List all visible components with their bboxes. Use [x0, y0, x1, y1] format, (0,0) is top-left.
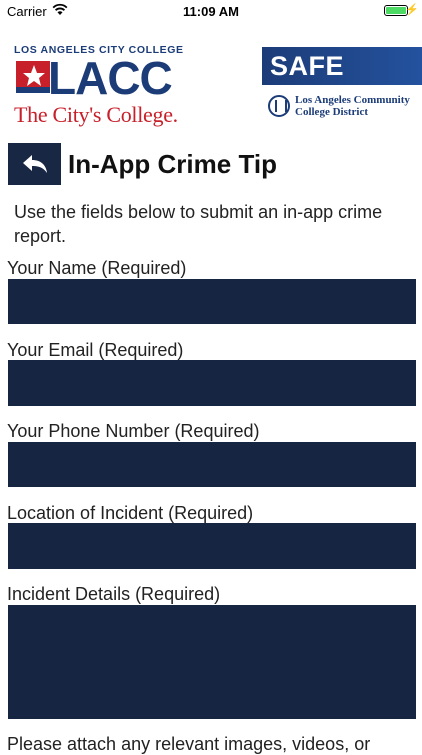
- back-arrow-icon: [22, 155, 47, 173]
- details-label: Incident Details (Required): [7, 584, 221, 604]
- district-logo: Los Angeles Community College District: [268, 94, 422, 122]
- location-label: Location of Incident (Required): [7, 503, 254, 523]
- district-seal-icon: [268, 95, 290, 117]
- charging-bolt-icon: ⚡: [405, 4, 419, 16]
- lacc-star-mark-icon: [16, 61, 50, 93]
- details-textarea[interactable]: [8, 605, 416, 719]
- attachments-instructions: Please attach any relevant images, video…: [7, 734, 371, 754]
- intro-text: Use the fields below to submit an in-app…: [14, 202, 383, 246]
- district-name-line1: Los Angeles Community: [295, 94, 410, 106]
- name-field[interactable]: [8, 279, 416, 324]
- email-label: Your Email (Required): [7, 340, 184, 360]
- lacc-logo: LOS ANGELES CITY COLLEGE LACC The City's…: [14, 44, 183, 127]
- name-label: Your Name (Required): [7, 258, 187, 278]
- college-tagline: The City's College.: [14, 102, 178, 127]
- back-button[interactable]: [8, 143, 61, 185]
- phone-field[interactable]: [8, 442, 416, 487]
- district-name-line2: College District: [295, 106, 368, 118]
- college-logo-word: LACC: [48, 52, 173, 104]
- safe-banner: SAFE: [262, 47, 422, 85]
- status-bar: Carrier 11:09 AM ⚡: [0, 0, 422, 22]
- phone-label: Your Phone Number (Required): [7, 421, 260, 441]
- email-field[interactable]: [8, 360, 416, 406]
- clock: 11:09 AM: [183, 4, 239, 19]
- page-title: In-App Crime Tip: [68, 149, 277, 179]
- location-field[interactable]: [8, 523, 416, 569]
